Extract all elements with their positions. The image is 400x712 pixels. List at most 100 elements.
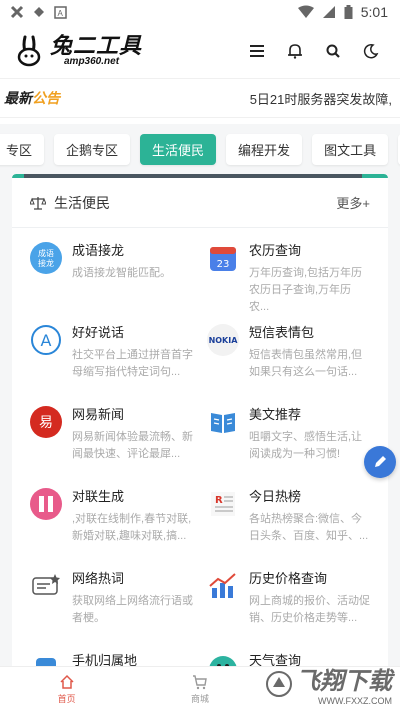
rabbit-logo-icon bbox=[17, 35, 41, 67]
pencil-icon bbox=[375, 456, 386, 467]
tool-item[interactable]: 网络热词获取网络上网络流行语或者梗。 bbox=[30, 566, 193, 648]
tool-item-description: 各站热榜聚合:微信、今日头条、百度、知乎、... bbox=[249, 513, 369, 542]
battery-icon bbox=[344, 5, 353, 19]
status-bar: A 5:01 bbox=[0, 0, 400, 24]
content-area: 生活便民 更多+ 成语 接龙 成语接龙 成语接龙智能匹配。 23 农历查询 万年历查询,包括… bbox=[0, 174, 400, 694]
menu-icon[interactable] bbox=[248, 42, 266, 60]
tool-item-title: 历史价格查询 bbox=[249, 571, 328, 586]
notification-icon bbox=[10, 5, 24, 19]
tool-item-title: 网络热词 bbox=[72, 571, 125, 586]
tool-item-title: 农历查询 bbox=[249, 243, 302, 258]
tool-item-description: 短信表情包虽然常用,但如果只有这么一句话... bbox=[249, 349, 363, 378]
watermark-logo-icon bbox=[266, 670, 292, 697]
nav-home[interactable]: 首页 bbox=[0, 674, 133, 705]
section-title: 生活便民 bbox=[54, 194, 110, 211]
svg-text:接龙: 接龙 bbox=[38, 258, 54, 268]
tool-item-title: 对联生成 bbox=[72, 489, 125, 504]
status-time: 5:01 bbox=[360, 4, 388, 20]
tool-item[interactable]: 对联生成 ,对联在线制作,春节对联,新婚对联,趣味对联,搞... bbox=[30, 484, 193, 566]
tool-item[interactable]: 23 农历查询万年历查询,包括万年历农历日子查询,万年历农... bbox=[207, 238, 370, 320]
site-logo[interactable]: 兔二工具 amp360.net bbox=[16, 35, 142, 67]
tool-item-description: 社交平台上通过拼音首字母缩写指代特定词句... bbox=[72, 349, 193, 378]
nav-mall-label: 商城 bbox=[190, 694, 209, 704]
tool-item-title: 网易新闻 bbox=[72, 407, 125, 422]
tool-item-description: 网易新闻体验最流畅、新闻最快速、评论最犀... bbox=[72, 431, 193, 460]
tool-item-description: 咀嚼文字、感悟生活,让阅读成为一种习惯! bbox=[249, 431, 363, 460]
nokia-icon: NOKIA bbox=[207, 324, 239, 356]
tab-3[interactable]: 编程开发 bbox=[226, 133, 303, 165]
signal-icon bbox=[322, 6, 335, 18]
watermark: 飞翔下载 WWW.FXXZ.COM bbox=[266, 661, 392, 706]
moon-icon[interactable] bbox=[362, 42, 380, 60]
watermark-text: 飞翔下载 bbox=[296, 668, 392, 695]
cart-icon bbox=[192, 675, 207, 690]
tool-item[interactable]: 美文推荐咀嚼文字、感悟生活,让阅读成为一种习惯! bbox=[207, 402, 370, 484]
book-icon bbox=[207, 406, 239, 438]
tool-item[interactable]: 成语 接龙 成语接龙 成语接龙智能匹配。 bbox=[30, 238, 193, 320]
tool-item-title: 成语接龙 bbox=[72, 243, 125, 258]
tool-grid: 成语 接龙 成语接龙 成语接龙智能匹配。 23 农历查询 万年历查询,包括万年历农历日子查询… bbox=[12, 228, 388, 694]
app-notification-icon bbox=[34, 7, 44, 17]
status-right-icons: 5:01 bbox=[297, 4, 388, 20]
more-link[interactable]: 更多+ bbox=[336, 193, 370, 212]
couplet-icon bbox=[30, 488, 62, 520]
tool-item[interactable]: NOKIA 短信表情包短信表情包虽然常用,但如果只有这么一句话... bbox=[207, 320, 370, 402]
home-icon bbox=[60, 674, 74, 689]
netease-icon: 易 bbox=[30, 406, 62, 438]
tool-item[interactable]: R 今日热榜各站热榜聚合:微信、今日头条、百度、知乎、... bbox=[207, 484, 370, 566]
tool-item-description: ,对联在线制作,春节对联,新婚对联,趣味对联,搞... bbox=[72, 513, 192, 542]
tool-item-title: 美文推荐 bbox=[249, 407, 302, 422]
watermark-sub: WWW.FXXZ.COM bbox=[318, 696, 392, 706]
scale-icon bbox=[30, 196, 46, 210]
app-header: 兔二工具 amp360.net bbox=[0, 24, 400, 78]
price-chart-icon bbox=[207, 570, 239, 602]
logo-domain: amp360.net bbox=[64, 56, 120, 67]
nav-home-label: 首页 bbox=[57, 694, 76, 704]
svg-text:A: A bbox=[41, 331, 52, 350]
tool-item-title: 短信表情包 bbox=[249, 325, 315, 340]
floating-edit-button[interactable] bbox=[364, 446, 396, 478]
hotword-icon bbox=[30, 570, 62, 602]
tool-item-description: 获取网络上网络流行语或者梗。 bbox=[72, 595, 193, 624]
card-top-accent bbox=[12, 174, 388, 178]
svg-text:23: 23 bbox=[217, 259, 230, 270]
letter-a-icon: A bbox=[30, 324, 62, 356]
section-card: 生活便民 更多+ 成语 接龙 成语接龙 成语接龙智能匹配。 23 农历查询 万年历查询,包括… bbox=[12, 174, 388, 694]
tab-4[interactable]: 图文工具 bbox=[312, 133, 389, 165]
bell-icon[interactable] bbox=[286, 42, 304, 60]
tool-item-title: 好好说话 bbox=[72, 325, 125, 340]
tool-item-description: 万年历查询,包括万年历农历日子查询,万年历农... bbox=[249, 267, 363, 313]
logo-title: 兔二工具 bbox=[50, 33, 143, 58]
svg-text:NOKIA: NOKIA bbox=[209, 336, 239, 345]
badge-part-2: 公告 bbox=[32, 90, 60, 106]
tool-item[interactable]: 易 网易新闻网易新闻体验最流畅、新闻最快速、评论最犀... bbox=[30, 402, 193, 484]
announcement-bar[interactable]: 最新公告 5日21时服务器突发故障, bbox=[0, 78, 400, 118]
tool-item-description: 网上商城的报价、活动促销、历史价格走势等... bbox=[249, 595, 370, 624]
section-header: 生活便民 更多+ bbox=[12, 178, 388, 228]
svg-text:成语: 成语 bbox=[38, 248, 54, 258]
tool-item-description: 成语接龙智能匹配。 bbox=[72, 267, 171, 279]
announcement-badge: 最新公告 bbox=[4, 88, 60, 108]
search-icon[interactable] bbox=[324, 42, 342, 60]
tab-0[interactable]: 专区 bbox=[0, 133, 45, 165]
hotlist-icon: R bbox=[207, 488, 239, 520]
tab-1[interactable]: 企鹅专区 bbox=[54, 133, 131, 165]
status-left-icons: A bbox=[10, 5, 67, 19]
tool-item[interactable]: 历史价格查询网上商城的报价、活动促销、历史价格走势等... bbox=[207, 566, 370, 648]
wifi-icon bbox=[297, 5, 314, 18]
idiom-icon: 成语 接龙 bbox=[30, 242, 62, 274]
badge-part-1: 最新 bbox=[4, 90, 32, 106]
svg-text:A: A bbox=[58, 9, 64, 18]
calendar-icon: 23 bbox=[207, 242, 239, 274]
tab-2[interactable]: 生活便民 bbox=[140, 133, 217, 165]
tool-item[interactable]: A 好好说话社交平台上通过拼音首字母缩写指代特定词句... bbox=[30, 320, 193, 402]
svg-text:易: 易 bbox=[39, 415, 53, 431]
header-actions bbox=[248, 42, 384, 60]
category-tabs: 专区企鹅专区生活便民编程开发图文工具文章列 bbox=[0, 133, 400, 165]
nav-mall[interactable]: 商城 bbox=[133, 674, 266, 705]
tool-item-title: 今日热榜 bbox=[249, 489, 302, 504]
category-tabs-bar: 专区企鹅专区生活便民编程开发图文工具文章列 bbox=[0, 124, 400, 174]
text-notification-icon: A bbox=[54, 5, 67, 19]
announcement-text: 5日21时服务器突发故障, bbox=[249, 91, 392, 107]
svg-text:R: R bbox=[215, 495, 223, 506]
